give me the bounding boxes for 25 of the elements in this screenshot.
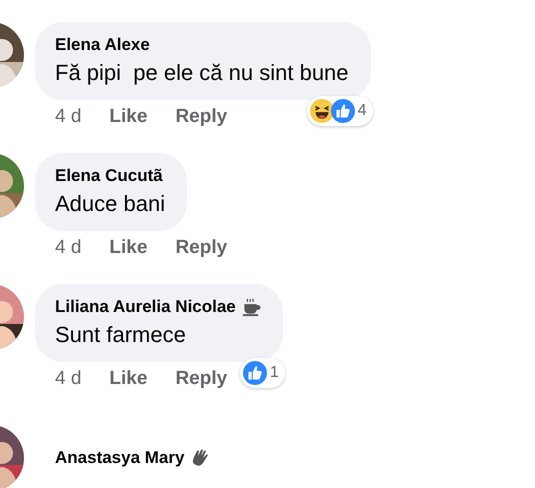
thumbs-up-icon — [330, 99, 355, 123]
comment-time: 4 d — [55, 368, 82, 390]
author-name[interactable]: Elena Alexe — [55, 35, 150, 55]
comment-time: 4 d — [55, 237, 82, 259]
like-link[interactable]: Like — [109, 368, 148, 390]
reply-link[interactable]: Reply — [175, 237, 228, 259]
reaction-count: 1 — [270, 364, 279, 382]
author-name[interactable]: Liliana Aurelia Nicolae — [55, 297, 236, 317]
reactions-pill[interactable]: 4 — [306, 96, 373, 126]
comment-time: 4 d — [55, 106, 82, 128]
reply-link[interactable]: Reply — [175, 106, 228, 128]
coffee-cup-icon — [242, 298, 261, 316]
author-name[interactable]: Elena Cucutã — [55, 166, 163, 186]
like-link[interactable]: Like — [109, 106, 148, 128]
laughing-face-icon — [310, 99, 334, 123]
comment-text: Fă pipi pe ele că nu sint bune — [55, 60, 349, 86]
comment-text: Aduce bani — [55, 191, 166, 217]
reply-link[interactable]: Reply — [175, 368, 228, 390]
reactions-pill[interactable]: 1 — [240, 358, 285, 388]
comment-text: Sunt farmece — [55, 322, 187, 348]
author-name[interactable]: Anastasya Mary — [55, 448, 184, 468]
like-link[interactable]: Like — [109, 237, 148, 259]
reaction-count: 4 — [358, 102, 367, 120]
thumbs-up-icon — [242, 361, 267, 385]
waving-hand-icon — [190, 448, 210, 468]
